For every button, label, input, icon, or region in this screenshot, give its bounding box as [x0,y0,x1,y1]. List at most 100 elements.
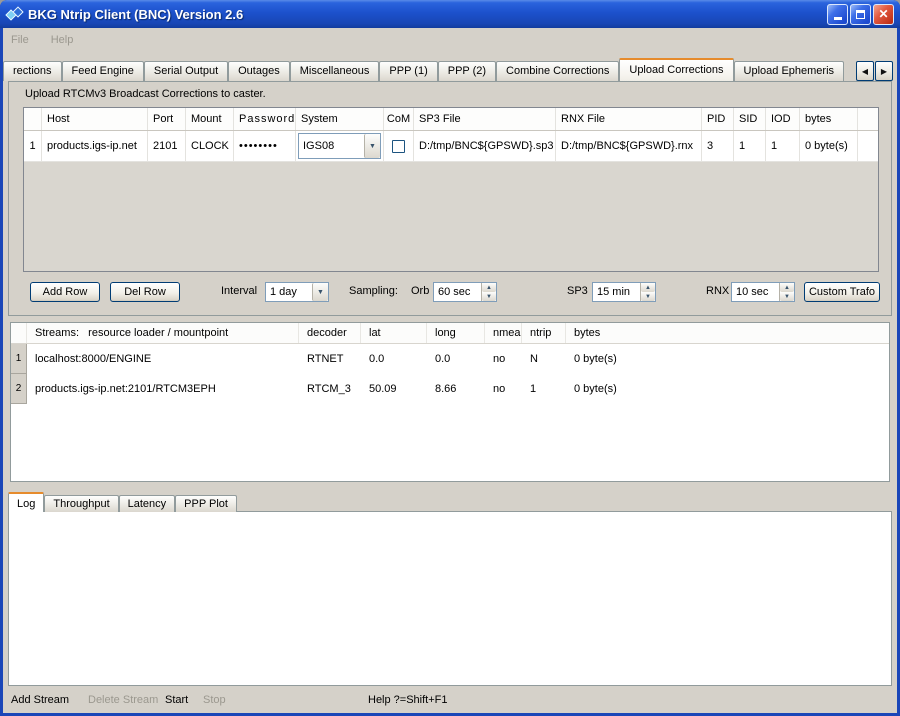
spin-down-icon[interactable]: ▼ [641,292,655,301]
spin-up-icon[interactable]: ▲ [780,283,794,292]
rnx-spinner[interactable]: 10 sec ▲ ▼ [731,282,795,302]
add-stream-button[interactable]: Add Stream [11,694,69,706]
spin-up-icon[interactable]: ▲ [482,283,496,292]
minimize-button[interactable] [827,4,848,25]
long-cell: 8.66 [427,374,485,404]
table-empty-area [24,162,878,271]
col-nmea: nmea [485,323,522,343]
close-button[interactable]: ✕ [873,4,894,25]
interval-select[interactable]: 1 day ▼ [265,282,329,302]
tab-serial-output[interactable]: Serial Output [144,61,228,81]
stream-row[interactable]: 2 products.igs-ip.net:2101/RTCM3EPH RTCM… [11,374,889,404]
rnx-spin-buttons: ▲ ▼ [779,283,794,301]
col-mountpoint: Streams: resource loader / mountpoint [27,323,299,343]
tab-outages[interactable]: Outages [228,61,290,81]
add-row-button[interactable]: Add Row [30,282,100,302]
long-cell: 0.0 [427,344,485,374]
tab-latency[interactable]: Latency [119,495,176,512]
log-tab-bar: Log Throughput Latency PPP Plot [8,492,237,512]
tab-log[interactable]: Log [8,492,44,512]
rnx-label: RNX [706,285,729,297]
host-cell[interactable]: products.igs-ip.net [42,131,148,161]
orb-spinner-value: 60 sec [434,286,481,298]
interval-label: Interval [221,285,257,297]
stop-button[interactable]: Stop [203,694,226,706]
orb-spinner[interactable]: 60 sec ▲ ▼ [433,282,497,302]
col-password: Password [234,108,296,130]
lat-cell: 50.09 [361,374,427,404]
spin-down-icon[interactable]: ▼ [780,292,794,301]
col-system: System [296,108,384,130]
app-window: BKG Ntrip Client (BNC) Version 2.6 ✕ Fil… [0,0,900,716]
tab-upload-ephemeris[interactable]: Upload Ephemeris [734,61,845,81]
sp3-spinner-value: 15 min [593,286,640,298]
tab-corrections[interactable]: rections [3,61,62,81]
menu-file[interactable]: File [11,34,29,46]
col-pid: PID [702,108,734,130]
tab-ppp-1[interactable]: PPP (1) [379,61,437,81]
sid-cell[interactable]: 1 [734,131,766,161]
streams-header: Streams: resource loader / mountpoint de… [11,323,889,344]
menu-bar: File Help [3,28,897,52]
sp3-spinner[interactable]: 15 min ▲ ▼ [592,282,656,302]
tab-feed-engine[interactable]: Feed Engine [62,61,144,81]
mountpoint-cell: products.igs-ip.net:2101/RTCM3EPH [27,374,299,404]
stream-bytes-cell: 0 byte(s) [566,344,889,374]
maximize-button[interactable] [850,4,871,25]
menu-help[interactable]: Help [51,34,74,46]
bytes-cell: 0 byte(s) [800,131,858,161]
com-cell [384,131,414,161]
custom-trafo-button[interactable]: Custom Trafo [804,282,880,302]
upload-table-header: Host Port Mount Password System CoM SP3 … [24,108,878,131]
del-row-button[interactable]: Del Row [110,282,180,302]
app-icon [6,5,24,23]
nmea-cell: no [485,374,522,404]
decoder-cell: RTNET [299,344,361,374]
streams-corner-cell [11,323,27,343]
iod-cell[interactable]: 1 [766,131,800,161]
col-sp3-file: SP3 File [414,108,556,130]
password-cell[interactable]: •••••••• [234,131,296,161]
port-cell[interactable]: 2101 [148,131,186,161]
ntrip-cell: 1 [522,374,566,404]
tab-upload-corrections[interactable]: Upload Corrections [619,58,733,81]
window-controls: ✕ [827,4,894,25]
tab-scroll-left-button[interactable]: ◀ [856,61,874,81]
lat-cell: 0.0 [361,344,427,374]
start-button[interactable]: Start [165,694,188,706]
tab-ppp-2[interactable]: PPP (2) [438,61,496,81]
col-host: Host [42,108,148,130]
pid-cell[interactable]: 3 [702,131,734,161]
tab-miscellaneous[interactable]: Miscellaneous [290,61,380,81]
tab-throughput[interactable]: Throughput [44,495,118,512]
corner-header-cell [24,108,42,130]
rnx-file-cell[interactable]: D:/tmp/BNC${GPSWD}.rnx [556,131,702,161]
col-decoder: decoder [299,323,361,343]
tab-combine-corrections[interactable]: Combine Corrections [496,61,619,81]
help-shortcut-label[interactable]: Help ?=Shift+F1 [368,694,448,706]
stream-row[interactable]: 1 localhost:8000/ENGINE RTNET 0.0 0.0 no… [11,344,889,374]
stream-bytes-cell: 0 byte(s) [566,374,889,404]
mountpoint-cell: localhost:8000/ENGINE [27,344,299,374]
log-area[interactable] [8,511,892,686]
col-stream-bytes: bytes [566,323,889,343]
sampling-label: Sampling: [349,285,398,297]
com-checkbox[interactable] [392,140,405,153]
col-bytes: bytes [800,108,858,130]
system-combo[interactable]: IGS08 ▼ [298,133,381,159]
panel-description: Upload RTCMv3 Broadcast Corrections to c… [25,88,266,100]
mount-cell[interactable]: CLOCK [186,131,234,161]
sp3-file-cell[interactable]: D:/tmp/BNC${GPSWD}.sp3 [414,131,556,161]
upload-corrections-panel: Upload RTCMv3 Broadcast Corrections to c… [8,81,892,316]
rnx-spinner-value: 10 sec [732,286,779,298]
col-com: CoM [384,108,414,130]
spin-up-icon[interactable]: ▲ [641,283,655,292]
ntrip-cell: N [522,344,566,374]
col-iod: IOD [766,108,800,130]
delete-stream-button[interactable]: Delete Stream [88,694,158,706]
spin-down-icon[interactable]: ▼ [482,292,496,301]
col-long: long [427,323,485,343]
tab-ppp-plot[interactable]: PPP Plot [175,495,237,512]
tab-scroll-right-button[interactable]: ▶ [875,61,893,81]
interval-value: 1 day [266,286,312,298]
